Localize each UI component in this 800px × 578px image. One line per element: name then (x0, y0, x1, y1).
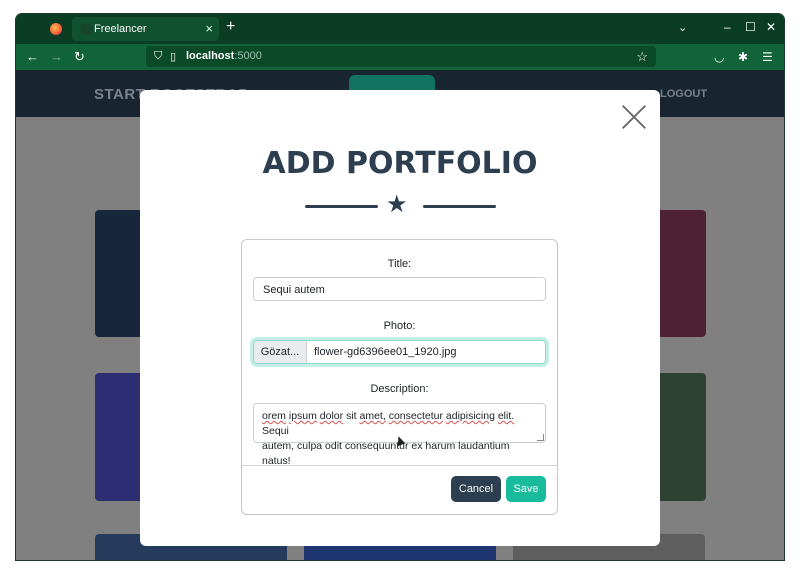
maximize-button[interactable]: ☐ (745, 20, 756, 34)
tab-bar: Freelancer × + ⌄ – ☐ ✕ (16, 14, 784, 44)
browser-window: Freelancer × + ⌄ – ☐ ✕ ← → ↻ ⛉ ▯ localho… (16, 14, 784, 560)
url-text: localhost:5000 (186, 50, 262, 62)
bookmark-star-icon[interactable]: ☆ (636, 49, 648, 65)
description-word: Sequi (262, 425, 289, 437)
browser-tab[interactable]: Freelancer × (72, 17, 219, 41)
menu-icon[interactable]: ☰ (762, 50, 773, 64)
portfolio-tile[interactable] (95, 210, 145, 337)
description-word: orem (262, 410, 286, 422)
close-icon[interactable] (621, 104, 647, 130)
portfolio-tile[interactable] (656, 373, 706, 501)
divider-line-left (305, 205, 378, 208)
minimize-button[interactable]: – (724, 20, 731, 34)
shield-icon: ⛉ (154, 50, 163, 62)
title-label: Title: (387, 258, 412, 270)
star-icon: ★ (386, 191, 408, 218)
tab-favicon-icon (80, 23, 92, 35)
tab-list-button[interactable]: ⌄ (678, 21, 687, 34)
form-footer-divider (242, 465, 557, 466)
description-word: consectetur (388, 410, 443, 422)
browse-button[interactable]: Gözat... (254, 341, 307, 363)
photo-file-input[interactable]: Gözat... flower-gd6396ee01_1920.jpg (253, 340, 546, 364)
description-word: sit (346, 410, 357, 422)
navigation-bar: ← → ↻ ⛉ ▯ localhost:5000 ☆ ◡ ✱ ☰ (16, 44, 784, 70)
photo-label: Photo: (383, 320, 416, 332)
reload-button[interactable]: ↻ (74, 49, 85, 65)
tab-title: Freelancer (94, 23, 147, 35)
portfolio-form: Title: Sequi autem Photo: Gözat... flowe… (241, 239, 558, 515)
url-host: localhost (186, 50, 235, 62)
save-button[interactable]: Save (506, 476, 546, 502)
resize-handle-icon[interactable] (537, 434, 544, 441)
description-word: adipisicing (445, 410, 495, 422)
back-button[interactable]: ← (26, 49, 39, 64)
new-tab-button[interactable]: + (226, 18, 235, 36)
title-input[interactable]: Sequi autem (253, 277, 546, 301)
description-label: Description: (370, 383, 429, 395)
description-word: ipsum (288, 410, 317, 422)
description-word: amet, (359, 410, 386, 422)
pocket-icon[interactable]: ◡ (714, 50, 724, 64)
description-word: dolor (319, 410, 344, 422)
firefox-logo-icon (50, 23, 62, 35)
portfolio-tile[interactable] (95, 373, 145, 501)
divider-line-right (423, 205, 496, 208)
page-icon: ▯ (170, 51, 177, 63)
cancel-button[interactable]: Cancel (451, 476, 501, 502)
description-word: elit. (497, 410, 515, 422)
extension-icon[interactable]: ✱ (738, 50, 748, 64)
tab-close-icon[interactable]: × (205, 21, 213, 36)
portfolio-tile[interactable] (656, 210, 706, 337)
add-portfolio-modal: ADD PORTFOLIO ★ Title: Sequi autem Photo… (140, 90, 660, 546)
modal-title: ADD PORTFOLIO (262, 146, 538, 181)
url-port: :5000 (234, 50, 262, 62)
logout-link[interactable]: LOGOUT (660, 88, 707, 100)
window-close-button[interactable]: ✕ (766, 20, 776, 34)
description-line-1: orem ipsum dolor sit amet, consectetur a… (262, 409, 537, 439)
url-bar[interactable]: ⛉ ▯ localhost:5000 ☆ (146, 46, 656, 67)
forward-button[interactable]: → (50, 49, 63, 64)
selected-filename: flower-gd6396ee01_1920.jpg (314, 346, 457, 358)
